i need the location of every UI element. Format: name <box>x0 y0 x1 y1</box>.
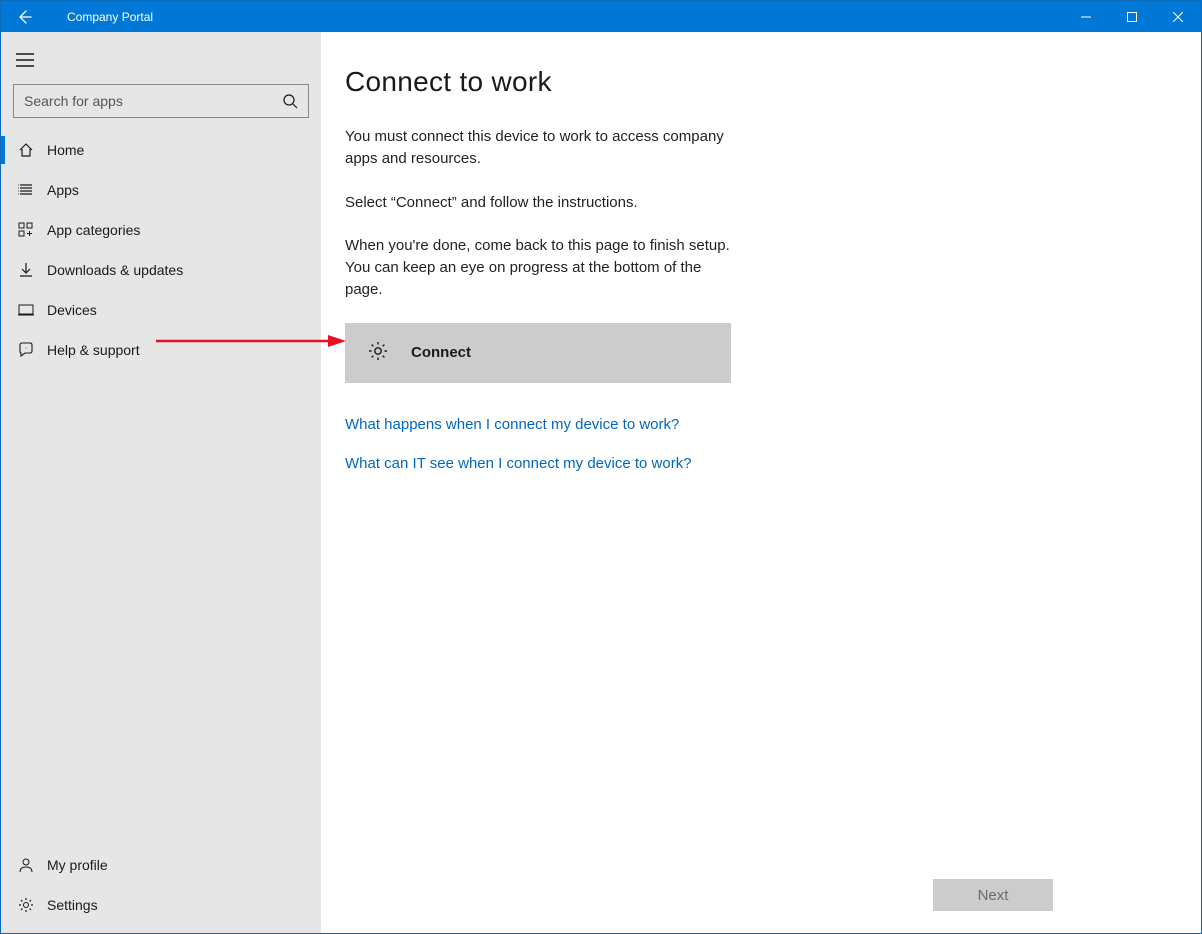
settings-icon <box>15 896 37 914</box>
close-icon <box>1173 12 1183 22</box>
minimize-button[interactable] <box>1063 1 1109 32</box>
minimize-icon <box>1081 12 1091 22</box>
next-button-label: Next <box>978 887 1009 904</box>
categories-icon <box>15 221 37 239</box>
sidebar-item-label: App categories <box>37 222 140 238</box>
back-button[interactable] <box>1 1 47 32</box>
link-what-happens[interactable]: What happens when I connect my device to… <box>345 416 679 433</box>
sidebar-item-label: My profile <box>37 857 108 873</box>
next-button[interactable]: Next <box>933 879 1053 911</box>
profile-icon <box>15 856 37 874</box>
sidebar: Home Apps App categories Downloads & upd… <box>1 32 321 933</box>
sidebar-item-help-support[interactable]: Help & support <box>1 330 321 370</box>
connect-button[interactable]: Connect <box>345 323 731 383</box>
page-title: Connect to work <box>345 66 1201 98</box>
paragraph: Select “Connect” and follow the instruct… <box>345 192 735 214</box>
close-button[interactable] <box>1155 1 1201 32</box>
paragraph: You must connect this device to work to … <box>345 126 735 170</box>
gear-icon <box>367 340 389 366</box>
titlebar: Company Portal <box>1 1 1201 32</box>
connect-button-label: Connect <box>411 344 471 361</box>
help-icon <box>15 341 37 359</box>
paragraph: When you're done, come back to this page… <box>345 235 735 300</box>
link-what-can-it-see[interactable]: What can IT see when I connect my device… <box>345 455 692 472</box>
sidebar-item-settings[interactable]: Settings <box>1 885 321 925</box>
devices-icon <box>15 301 37 319</box>
sidebar-item-label: Settings <box>37 897 98 913</box>
maximize-button[interactable] <box>1109 1 1155 32</box>
sidebar-item-home[interactable]: Home <box>1 130 321 170</box>
hamburger-icon <box>16 53 34 67</box>
sidebar-item-label: Help & support <box>37 342 140 358</box>
sidebar-item-app-categories[interactable]: App categories <box>1 210 321 250</box>
download-icon <box>15 261 37 279</box>
sidebar-item-devices[interactable]: Devices <box>1 290 321 330</box>
sidebar-item-label: Home <box>37 142 84 158</box>
sidebar-item-downloads-updates[interactable]: Downloads & updates <box>1 250 321 290</box>
apps-icon <box>15 181 37 199</box>
maximize-icon <box>1127 12 1137 22</box>
sidebar-item-label: Apps <box>37 182 79 198</box>
sidebar-item-label: Devices <box>37 302 97 318</box>
back-arrow-icon <box>16 9 32 25</box>
sidebar-item-my-profile[interactable]: My profile <box>1 845 321 885</box>
app-title: Company Portal <box>47 10 153 24</box>
search-input-wrap[interactable] <box>13 84 309 118</box>
search-input[interactable] <box>14 93 272 109</box>
sidebar-item-apps[interactable]: Apps <box>1 170 321 210</box>
home-icon <box>15 141 37 159</box>
sidebar-item-label: Downloads & updates <box>37 262 183 278</box>
search-icon <box>272 93 308 109</box>
hamburger-button[interactable] <box>1 40 49 80</box>
main-content: Connect to work You must connect this de… <box>321 32 1201 933</box>
